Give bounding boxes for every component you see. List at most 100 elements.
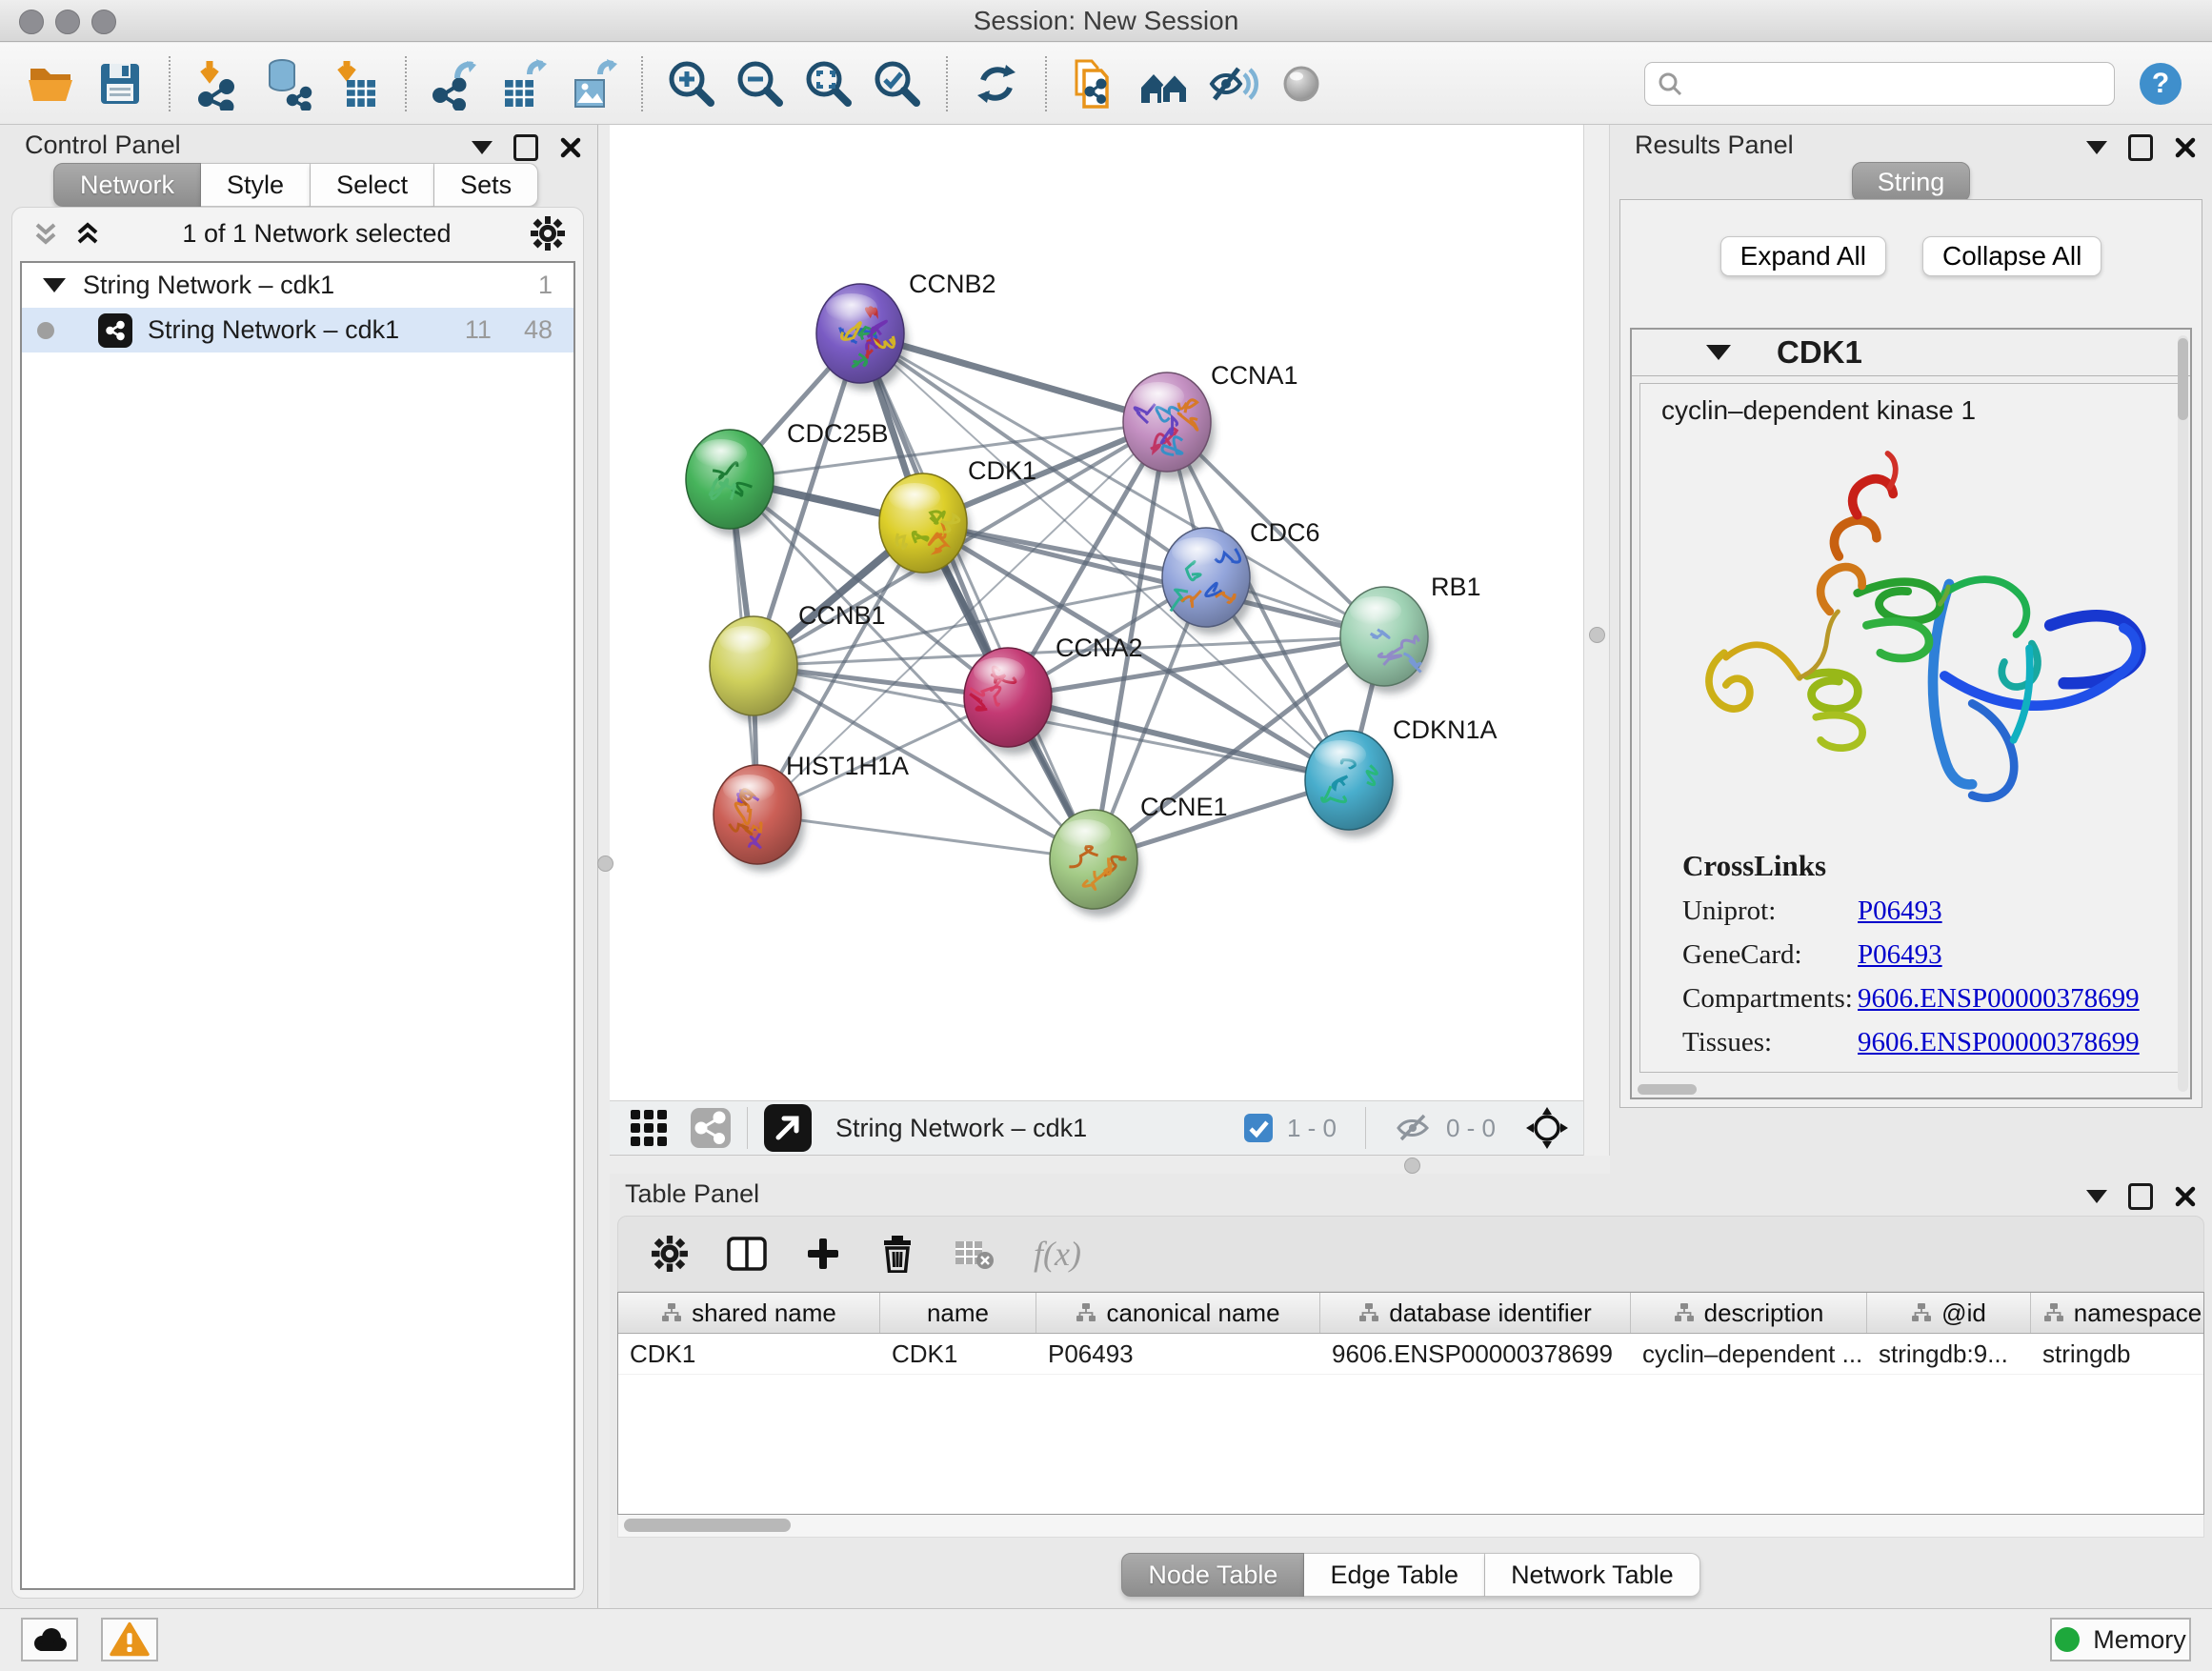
hide-panel-icon[interactable]: [1205, 55, 1260, 112]
table-cell[interactable]: CDK1: [618, 1334, 880, 1374]
gear-icon[interactable]: [530, 215, 566, 252]
crosslink-link[interactable]: P06493: [1858, 896, 1942, 927]
node-result-header[interactable]: CDK1: [1632, 330, 2190, 376]
column-header-description[interactable]: description: [1631, 1293, 1867, 1333]
zoom-selected-icon[interactable]: [870, 55, 925, 112]
expand-all-icon[interactable]: [71, 217, 104, 250]
import-table-icon[interactable]: [329, 55, 384, 112]
crosslink-link[interactable]: 9606.ENSP00000378699: [1858, 983, 2140, 1015]
view-toolbar-separator: [747, 1107, 748, 1149]
network-node[interactable]: RB1: [1340, 573, 1481, 694]
delete-table-icon: [954, 1236, 995, 1272]
table-cell[interactable]: stringdb: [2031, 1334, 2204, 1374]
left-splitter-handle[interactable]: [597, 856, 613, 872]
export-table-icon[interactable]: [496, 55, 552, 112]
hidden-eye-icon[interactable]: [1395, 1109, 1433, 1147]
tab-string[interactable]: String: [1852, 162, 1971, 202]
open-in-window-icon[interactable]: [763, 1103, 813, 1153]
column-header-canonical-name[interactable]: canonical name: [1036, 1293, 1320, 1333]
table-cell[interactable]: 9606.ENSP00000378699: [1320, 1334, 1631, 1374]
network-node[interactable]: CDC25B: [686, 419, 889, 536]
table-cell[interactable]: P06493: [1036, 1334, 1320, 1374]
delete-column-icon[interactable]: [879, 1235, 915, 1273]
crosslink-link[interactable]: 9606.ENSP00000378699: [1858, 1027, 2140, 1058]
results-vertical-scrollbar[interactable]: [2178, 335, 2188, 1092]
column-header-name[interactable]: name: [880, 1293, 1036, 1333]
home-networks-icon[interactable]: [1136, 55, 1192, 112]
network-node[interactable]: CCNA1: [1123, 361, 1298, 479]
fit-selected-crosshair-icon[interactable]: [1524, 1105, 1570, 1151]
table-cell[interactable]: stringdb:9...: [1867, 1334, 2031, 1374]
zoom-fit-icon[interactable]: [801, 55, 856, 112]
tab-node-table[interactable]: Node Table: [1121, 1553, 1304, 1597]
search-input[interactable]: [1693, 68, 2102, 99]
network-canvas[interactable]: CCNB2CCNA1CDC25BCDK1CDC6RB1CCNB1CCNA2CDK…: [610, 125, 1583, 1100]
right-splitter-handle[interactable]: [1589, 627, 1605, 643]
search-field[interactable]: [1644, 62, 2115, 106]
bottom-splitter-handle[interactable]: [1404, 1158, 1420, 1174]
selected-checkbox-icon[interactable]: [1243, 1113, 1274, 1143]
network-node[interactable]: CDKN1A: [1305, 715, 1498, 837]
results-vertical-scroll-thumb[interactable]: [2178, 338, 2188, 420]
tab-select[interactable]: Select: [311, 163, 434, 207]
column-header-@id[interactable]: @id: [1867, 1293, 2031, 1333]
network-row-selected[interactable]: String Network – cdk1 11 48: [22, 308, 573, 352]
panel-menu-icon[interactable]: [2086, 1190, 2107, 1203]
tab-network[interactable]: Network: [53, 163, 201, 207]
warnings-button[interactable]: [101, 1618, 158, 1661]
add-column-icon[interactable]: [805, 1236, 841, 1272]
tree-expander-icon[interactable]: [43, 278, 66, 292]
help-icon[interactable]: ?: [2138, 61, 2183, 107]
zoom-out-icon[interactable]: [733, 55, 788, 112]
network-node[interactable]: CDK1: [879, 456, 1036, 580]
show-columns-icon[interactable]: [727, 1235, 767, 1273]
open-session-icon[interactable]: [24, 55, 79, 112]
crosslink-link[interactable]: P06493: [1858, 1071, 1942, 1073]
column-header-namespace[interactable]: namespace: [2031, 1293, 2204, 1333]
table-cell[interactable]: CDK1: [880, 1334, 1036, 1374]
collapse-entry-icon[interactable]: [1706, 345, 1731, 360]
table-settings-gear-icon[interactable]: [651, 1235, 689, 1273]
panel-menu-icon[interactable]: [2086, 141, 2107, 154]
float-panel-icon[interactable]: [2128, 1183, 2153, 1210]
close-panel-icon[interactable]: [559, 136, 582, 159]
column-header-database-identifier[interactable]: database identifier: [1320, 1293, 1631, 1333]
export-network-icon[interactable]: [428, 55, 483, 112]
collapse-all-icon[interactable]: [30, 217, 62, 250]
panel-menu-icon[interactable]: [472, 141, 493, 154]
tab-style[interactable]: Style: [201, 163, 311, 207]
collapse-all-button[interactable]: Collapse All: [1922, 236, 2101, 276]
tab-edge-table[interactable]: Edge Table: [1304, 1553, 1485, 1597]
network-node[interactable]: CCNB2: [816, 270, 996, 391]
close-panel-icon[interactable]: [2174, 136, 2197, 159]
float-panel-icon[interactable]: [513, 134, 538, 161]
import-network-icon[interactable]: [191, 55, 247, 112]
tab-sets[interactable]: Sets: [434, 163, 538, 207]
results-horizontal-scroll-thumb[interactable]: [1638, 1084, 1697, 1095]
tab-network-table[interactable]: Network Table: [1485, 1553, 1700, 1597]
table-horizontal-scroll-thumb[interactable]: [624, 1519, 791, 1532]
float-panel-icon[interactable]: [2128, 134, 2153, 161]
table-horizontal-scrollbar[interactable]: [617, 1515, 2204, 1538]
column-header-shared-name[interactable]: shared name: [618, 1293, 880, 1333]
save-session-icon[interactable]: [92, 55, 148, 112]
import-database-icon[interactable]: [260, 55, 315, 112]
table-row[interactable]: CDK1CDK1P064939606.ENSP00000378699cyclin…: [618, 1334, 2203, 1375]
share-file-icon[interactable]: [1068, 55, 1123, 112]
node-table[interactable]: shared namenamecanonical namedatabase id…: [617, 1292, 2204, 1515]
sphere-icon[interactable]: [1274, 55, 1329, 112]
network-collection-row[interactable]: String Network – cdk1 1: [22, 263, 573, 308]
memory-button[interactable]: Memory: [2050, 1618, 2191, 1661]
zoom-in-icon[interactable]: [664, 55, 719, 112]
refresh-icon[interactable]: [969, 55, 1024, 112]
network-node[interactable]: HIST1H1A: [714, 752, 909, 872]
crosslink-link[interactable]: P06493: [1858, 939, 1942, 971]
cloud-button[interactable]: [21, 1618, 78, 1661]
network-graph[interactable]: CCNB2CCNA1CDC25BCDK1CDC6RB1CCNB1CCNA2CDK…: [610, 125, 1583, 1100]
network-node[interactable]: CCNE1: [1050, 793, 1228, 916]
expand-all-button[interactable]: Expand All: [1720, 236, 1886, 276]
grid-view-icon[interactable]: [629, 1108, 669, 1148]
close-panel-icon[interactable]: [2174, 1185, 2197, 1208]
table-cell[interactable]: cyclin–dependent ...: [1631, 1334, 1867, 1374]
export-image-icon[interactable]: [565, 55, 620, 112]
